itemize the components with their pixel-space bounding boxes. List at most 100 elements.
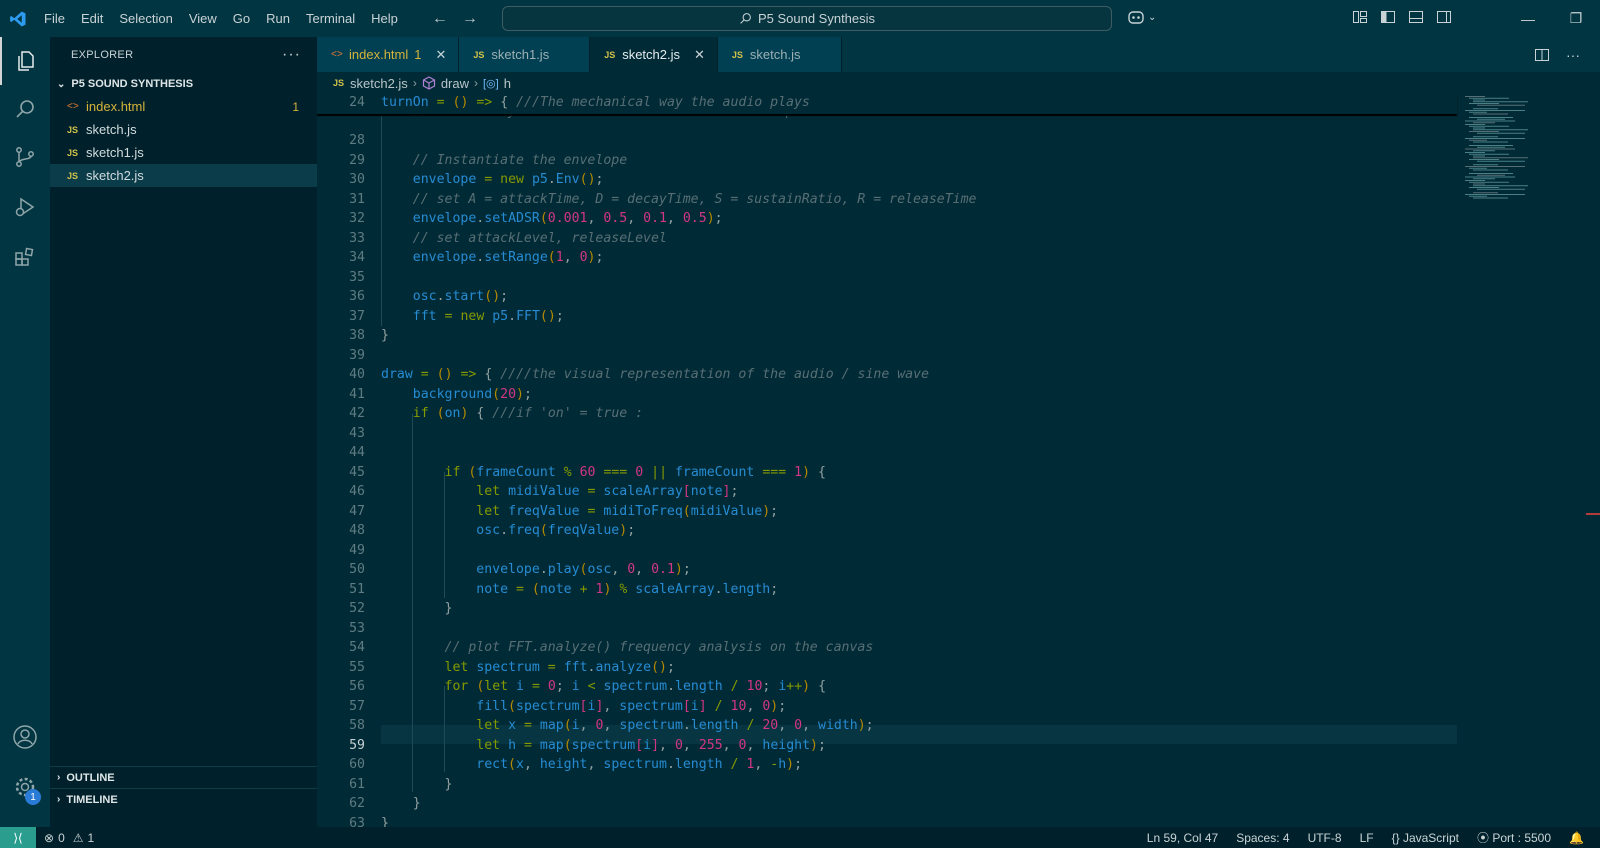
copilot-button[interactable]: ⌄: [1126, 9, 1156, 25]
toggle-secondary-sidebar-icon[interactable]: [1436, 9, 1452, 25]
menu-run[interactable]: Run: [258, 0, 298, 37]
menu-selection[interactable]: Selection: [111, 0, 180, 37]
code-line: }: [381, 815, 389, 828]
minimap-line: [1465, 110, 1525, 111]
sticky-scroll-header[interactable]: 24 turnOn = () => { ///The mechanical wa…: [317, 94, 1457, 114]
code-line: fft = new p5.FFT();: [412, 308, 564, 324]
close-icon[interactable]: ✕: [435, 47, 446, 63]
workspace-folder[interactable]: ⌄ P5 SOUND SYNTHESIS: [50, 73, 317, 95]
tab-index-html[interactable]: <> index.html 1 ✕: [317, 37, 460, 72]
breadcrumb-function[interactable]: draw: [441, 76, 469, 91]
back-arrow-icon[interactable]: ←: [432, 10, 448, 28]
chevron-down-icon: ⌄: [1148, 11, 1157, 23]
restore-icon[interactable]: ❐: [1552, 10, 1600, 27]
encoding[interactable]: UTF-8: [1308, 831, 1342, 845]
minimap-line: [1465, 166, 1525, 167]
cursor-position[interactable]: Ln 59, Col 47: [1147, 831, 1218, 845]
extensions-activity[interactable]: [0, 233, 50, 281]
minimap-line: [1473, 155, 1485, 157]
minimap-line: [1473, 169, 1508, 171]
more-actions-icon[interactable]: ···: [282, 46, 301, 64]
run-debug-activity[interactable]: [0, 183, 50, 231]
code-line: envelope = new p5.Env();: [412, 172, 604, 187]
menu-terminal[interactable]: Terminal: [298, 0, 363, 37]
tab-sketch1-js[interactable]: JS sketch1.js: [459, 37, 591, 72]
minimap-line: [1473, 101, 1528, 103]
minimap-line: [1473, 192, 1498, 194]
forward-arrow-icon[interactable]: →: [462, 10, 478, 28]
chevron-down-icon: ⌄: [57, 78, 66, 90]
html-file-icon: <>: [331, 49, 343, 60]
code-line: let freqValue = midiToFreq(midiValue);: [476, 503, 779, 519]
problems-indicator[interactable]: ⊗ 0 ⚠ 1: [44, 831, 94, 845]
line-number: 53: [349, 620, 365, 636]
tab-label: sketch2.js: [622, 47, 681, 62]
minimap-line: [1477, 146, 1505, 148]
js-file-icon: JS: [67, 147, 79, 158]
toggle-panel-icon[interactable]: [1408, 9, 1424, 25]
file-item-sketch2-js[interactable]: JS sketch2.js: [50, 164, 317, 187]
code-line: // set attackLevel, releaseLevel: [412, 230, 667, 246]
menu-file[interactable]: File: [36, 0, 73, 37]
outline-section[interactable]: › OUTLINE: [50, 766, 317, 788]
files-icon: [18, 51, 34, 71]
menu-go[interactable]: Go: [225, 0, 258, 37]
breadcrumb-file[interactable]: sketch2.js: [350, 76, 408, 91]
js-file-icon: JS: [67, 124, 79, 135]
line-number: 40: [349, 367, 365, 382]
broadcast-icon: ⦿: [1476, 831, 1489, 845]
tab-label: sketch1.js: [491, 47, 550, 62]
code-line: }: [381, 328, 389, 343]
language-mode[interactable]: {} JavaScript: [1392, 831, 1459, 845]
file-item-index-html[interactable]: <> index.html 1: [50, 95, 317, 118]
line-number: 57: [349, 698, 365, 714]
menu-help[interactable]: Help: [363, 0, 406, 37]
tab-sketch-js[interactable]: JS sketch.js: [717, 37, 842, 72]
source-control-activity[interactable]: [0, 133, 50, 181]
code-line: envelope.setADSR(0.001, 0.5, 0.1, 0.5);: [412, 211, 723, 226]
line-number: 59: [349, 737, 365, 753]
minimap-line: [1473, 164, 1498, 166]
explorer-activity[interactable]: [0, 37, 50, 85]
end-of-line[interactable]: LF: [1360, 831, 1374, 845]
tab-label: sketch.js: [749, 47, 801, 62]
timeline-label: TIMELINE: [66, 793, 118, 806]
line-number: 49: [349, 542, 365, 558]
breadcrumb-variable[interactable]: h: [504, 76, 511, 91]
timeline-section[interactable]: › TIMELINE: [50, 788, 317, 810]
file-label: sketch.js: [86, 122, 137, 137]
indentation[interactable]: Spaces: 4: [1236, 831, 1289, 845]
menu-view[interactable]: View: [181, 0, 225, 37]
live-server-port[interactable]: ⦿ Port : 5500: [1477, 829, 1551, 846]
code-line: draw = () => { ////the visual representa…: [381, 367, 929, 382]
toggle-primary-sidebar-icon[interactable]: [1380, 9, 1396, 25]
code-line: envelope.setRange(1, 0);: [412, 250, 604, 265]
remote-icon: ⟩⟨: [13, 830, 23, 845]
minimap[interactable]: [1457, 94, 1600, 827]
line-number: 41: [349, 386, 365, 402]
accounts-activity[interactable]: [0, 713, 50, 761]
minimap-line: [1469, 153, 1509, 155]
more-actions-icon[interactable]: ···: [1566, 47, 1580, 63]
chevron-right-icon: ›: [474, 76, 478, 90]
minimize-icon[interactable]: —: [1504, 11, 1552, 27]
bell-icon[interactable]: 🔔: [1569, 831, 1584, 845]
search-activity[interactable]: [0, 85, 50, 133]
menu-edit[interactable]: Edit: [73, 0, 111, 37]
status-bar: ⟩⟨ ⊗ 0 ⚠ 1 Ln 59, Col 47 Spaces: 4 UTF-8…: [0, 827, 1600, 848]
code-editor[interactable]: 27 //Watch the youtube video in the link…: [317, 94, 1600, 827]
file-item-sketch-js[interactable]: JS sketch.js: [50, 118, 317, 141]
close-icon[interactable]: ✕: [694, 47, 705, 63]
command-center-search[interactable]: P5 Sound Synthesis: [502, 6, 1112, 31]
minimap-line: [1465, 194, 1525, 195]
minimap-line: [1469, 181, 1509, 183]
file-item-sketch1-js[interactable]: JS sketch1.js: [50, 141, 317, 164]
split-editor-icon[interactable]: [1534, 47, 1550, 63]
manage-activity[interactable]: 1: [0, 763, 50, 811]
tab-sketch2-js[interactable]: JS sketch2.js ✕: [590, 37, 718, 72]
customize-layout-icon[interactable]: [1352, 9, 1368, 25]
remote-indicator[interactable]: ⟩⟨: [0, 827, 36, 848]
line-number: 38: [349, 328, 365, 343]
minimap-line: [1477, 132, 1525, 134]
language-label: JavaScript: [1402, 830, 1459, 845]
